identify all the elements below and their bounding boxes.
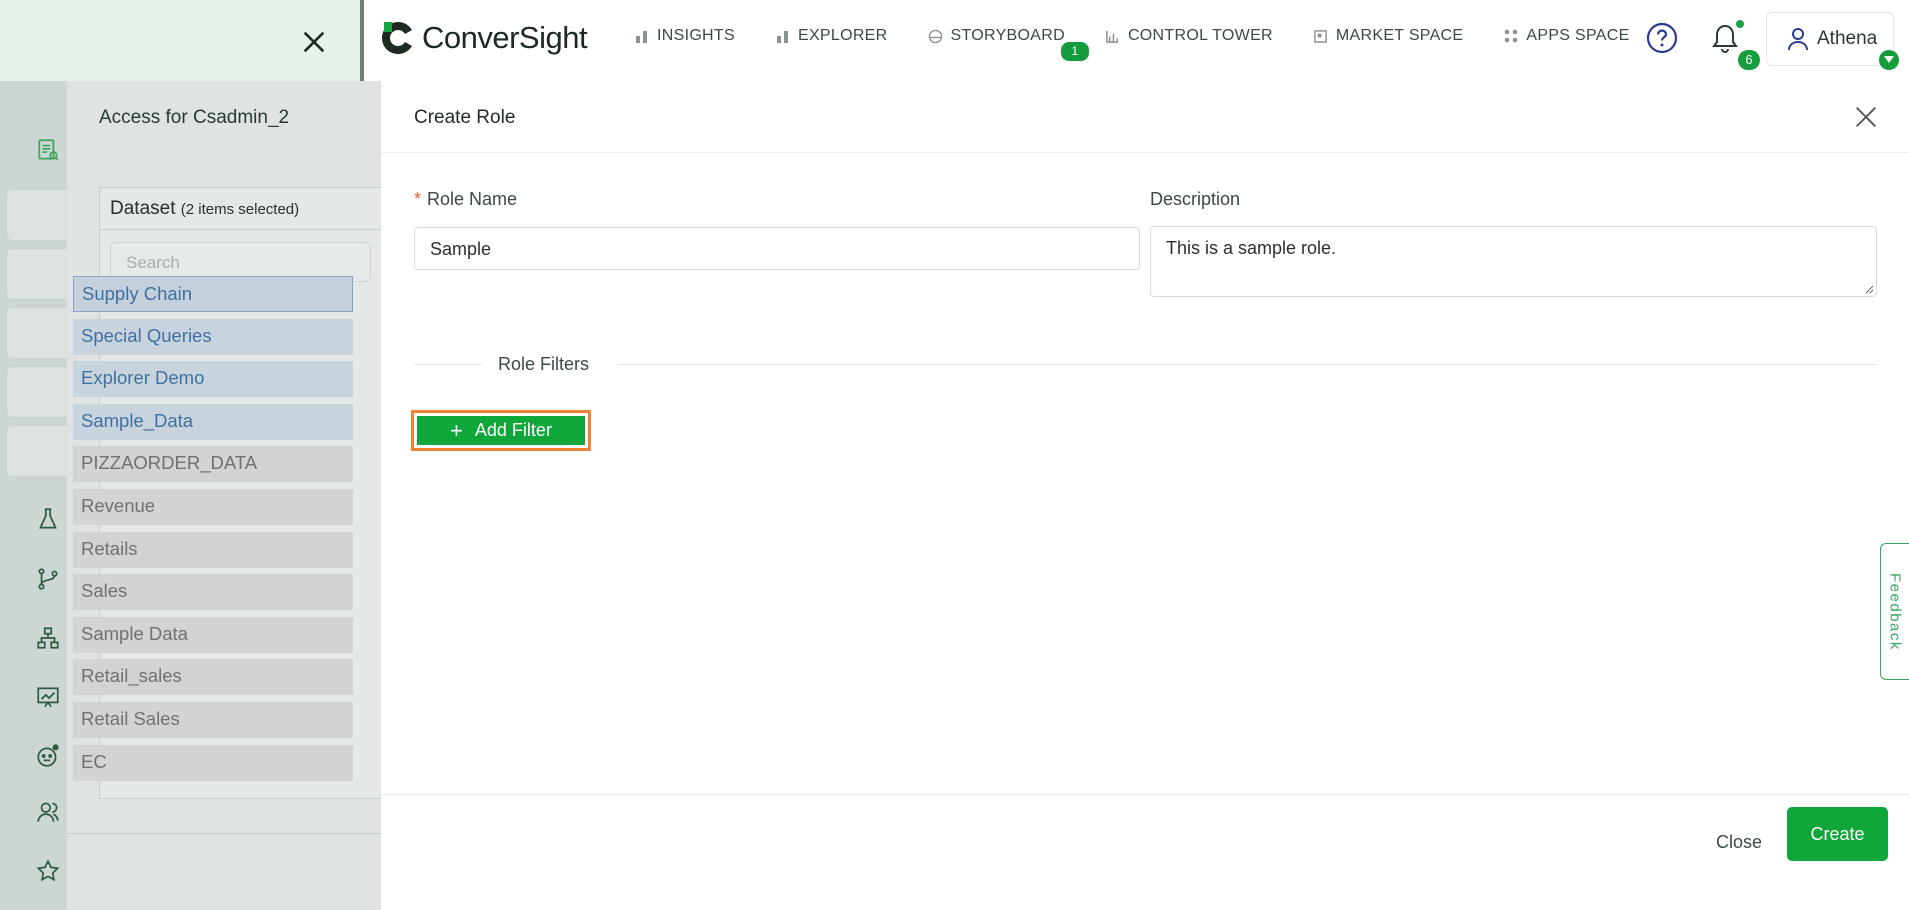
nav-item-label: INSIGHTS <box>657 27 735 44</box>
presentation-icon[interactable] <box>33 682 63 712</box>
close-icon[interactable] <box>298 26 330 58</box>
nav-item-apps-space[interactable]: APPS SPACE <box>1503 27 1629 45</box>
conversight-logo-icon <box>378 18 418 58</box>
divider <box>414 364 482 365</box>
create-button[interactable]: Create <box>1787 807 1888 861</box>
sidebar-slot[interactable] <box>6 248 67 300</box>
close-icon[interactable] <box>1852 103 1880 131</box>
divider <box>618 364 1877 365</box>
dataset-list-item[interactable]: Explorer Demo <box>73 361 353 398</box>
bar-chart-icon <box>775 28 791 44</box>
logo-text: ConverSight <box>422 20 588 55</box>
storyboard-count-badge: 1 <box>1060 42 1089 61</box>
drawer-title: Create Role <box>414 107 516 128</box>
dataset-selected-count: (2 items selected) <box>180 201 300 218</box>
access-panel-title: Access for Csadmin_2 <box>99 107 290 128</box>
palette-icon <box>928 28 944 44</box>
user-icon <box>1788 28 1808 51</box>
user-menu[interactable]: Athena <box>1766 12 1894 66</box>
dataset-list-item[interactable]: Retails <box>73 531 353 568</box>
chevron-down-icon[interactable] <box>1879 50 1899 70</box>
user-name: Athena <box>1817 28 1878 49</box>
sidebar-slot[interactable] <box>6 366 67 418</box>
dataset-label: Dataset <box>110 198 176 219</box>
dataset-list-item[interactable]: Sample Data <box>73 616 353 653</box>
nav-item-label: MARKET SPACE <box>1335 27 1464 44</box>
dataset-list-item[interactable]: Retail_sales <box>73 659 353 696</box>
apps-grid-icon <box>1503 28 1519 44</box>
store-icon <box>1313 28 1329 44</box>
dataset-list-item[interactable]: EC <box>73 744 353 781</box>
notification-dot <box>1736 20 1744 28</box>
sidebar-header <box>0 0 360 81</box>
branch-icon[interactable] <box>33 564 63 594</box>
description-textarea[interactable]: This is a sample role. <box>1150 226 1877 297</box>
tower-icon <box>1105 28 1121 44</box>
add-filter-label: Add Filter <box>474 420 552 440</box>
nav-item-label: APPS SPACE <box>1526 27 1630 44</box>
dataset-list-item[interactable]: Supply Chain <box>73 276 353 312</box>
description-label: Description <box>1150 189 1241 209</box>
bot-icon[interactable] <box>33 741 63 771</box>
dataset-header: Dataset (2 items selected) <box>100 188 381 230</box>
sidebar-slot[interactable] <box>6 189 67 241</box>
dataset-list-item[interactable]: PIZZAORDER_DATA <box>73 446 353 483</box>
top-navbar: ConverSight INSIGHTS EXPLORER STORYBOARD 1 C… <box>364 0 1909 81</box>
flask-icon[interactable] <box>33 504 63 534</box>
dataset-list-item[interactable]: Sample_Data <box>73 403 353 440</box>
left-sidebar <box>0 0 67 910</box>
dataset-list-item[interactable]: Revenue <box>73 488 353 525</box>
sidebar-slot[interactable] <box>6 307 67 359</box>
nav-item-explorer[interactable]: EXPLORER <box>775 27 888 45</box>
dataset-list: Supply Chain Special Queries Explorer Demo… <box>73 276 353 787</box>
main-nav: INSIGHTS EXPLORER STORYBOARD 1 CONTROL TOWER… <box>634 27 1670 61</box>
plus-icon: + <box>450 417 463 443</box>
role-name-input[interactable]: Sample <box>414 227 1140 270</box>
nav-item-storyboard[interactable]: STORYBOARD 1 <box>928 27 1089 61</box>
nav-item-label: EXPLORER <box>797 27 888 44</box>
nav-item-label: STORYBOARD <box>950 27 1065 44</box>
users-icon[interactable] <box>33 797 63 827</box>
sidebar-slot[interactable] <box>6 425 67 477</box>
bell-icon[interactable] <box>1710 22 1740 54</box>
hierarchy-icon[interactable] <box>33 623 63 653</box>
divider <box>67 833 381 834</box>
description-text: This is a sample role. <box>1166 238 1337 258</box>
feedback-tab[interactable]: Feedback <box>1880 543 1909 680</box>
nav-item-control-tower[interactable]: CONTROL TOWER <box>1105 27 1273 45</box>
dataset-list-item[interactable]: Sales <box>73 574 353 611</box>
role-name-label: * Role Name <box>414 189 518 209</box>
report-icon[interactable] <box>33 135 63 165</box>
drawer-header: Create Role <box>381 81 1909 153</box>
dataset-list-item[interactable]: Special Queries <box>73 318 353 355</box>
add-filter-button[interactable]: + Add Filter <box>417 416 585 445</box>
role-filters-title: Role Filters <box>498 354 590 374</box>
close-button[interactable]: Close <box>1711 824 1767 861</box>
dataset-list-item[interactable]: Retail Sales <box>73 701 353 738</box>
nav-item-insights[interactable]: INSIGHTS <box>634 27 735 45</box>
add-filter-highlight: + Add Filter <box>411 410 591 451</box>
nav-item-market-space[interactable]: MARKET SPACE <box>1313 27 1463 45</box>
nav-item-label: CONTROL TOWER <box>1127 27 1273 44</box>
required-asterisk: * <box>414 189 422 209</box>
notification-count-badge: 6 <box>1738 50 1760 70</box>
divider <box>381 794 1909 795</box>
resize-handle-icon[interactable] <box>1864 284 1874 294</box>
logo[interactable]: ConverSight <box>378 18 588 58</box>
bar-chart-icon <box>634 28 650 44</box>
help-icon[interactable] <box>1646 22 1678 54</box>
create-role-drawer: Create Role * Role Name Sample Descriptio… <box>381 81 1909 910</box>
access-panel: Access for Csadmin_2 Dataset (2 items se… <box>67 81 381 910</box>
feedback-label: Feedback <box>1886 572 1904 651</box>
star-icon[interactable] <box>33 856 63 886</box>
